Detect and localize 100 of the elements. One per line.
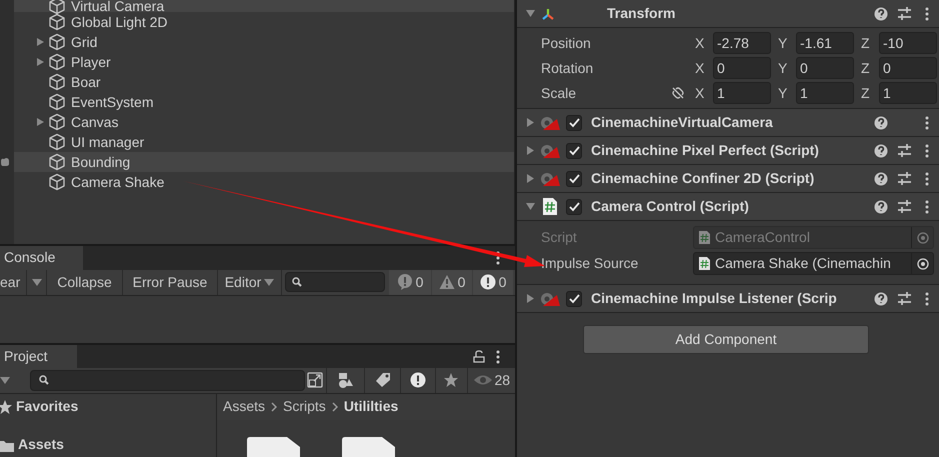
hand-icon	[0, 157, 10, 167]
caret-icon	[526, 118, 534, 127]
console-button[interactable]: Error Pause	[123, 269, 218, 296]
number-field[interactable]: 1	[796, 82, 854, 104]
menu-icon	[925, 116, 929, 130]
error-count-toggle[interactable]: 0	[472, 269, 513, 296]
hierarchy-item[interactable]: Global Light 2D	[14, 12, 514, 32]
search-field[interactable]	[30, 370, 305, 391]
info-icon	[396, 274, 413, 290]
hierarchy-item[interactable]: Canvas	[14, 112, 514, 132]
expand-arrow-icon	[36, 117, 45, 127]
hierarchy-item[interactable]: Grid	[14, 32, 514, 52]
lock-icon	[473, 350, 485, 363]
info-count-toggle[interactable]: 0	[388, 269, 431, 296]
number-field[interactable]: -1.61	[796, 32, 854, 54]
caret-icon	[526, 294, 534, 303]
help-icon	[874, 172, 888, 186]
hierarchy-item[interactable]: Player	[14, 52, 514, 72]
help-icon	[874, 6, 888, 20]
error-icon	[480, 274, 496, 290]
breadcrumb-link[interactable]: Scripts	[283, 396, 326, 418]
hierarchy-item[interactable]: Camera Shake	[14, 172, 514, 192]
cube-icon	[48, 73, 66, 91]
cube-icon	[48, 173, 66, 191]
help-icon	[874, 200, 888, 214]
check-icon	[568, 202, 580, 212]
chevron-icon	[332, 402, 338, 412]
breadcrumb-link[interactable]: Assets	[223, 396, 266, 418]
hierarchy-item[interactable]: UI manager	[14, 132, 514, 152]
menu-icon	[925, 200, 929, 214]
component-title: Cinemachine Impulse Listener (Scrip	[591, 289, 837, 308]
cube-icon	[48, 153, 66, 171]
axis-label: Y	[778, 84, 788, 102]
cube-icon	[48, 133, 66, 151]
hierarchy-item[interactable]: Virtual Camera	[14, 0, 514, 12]
search-icon	[38, 375, 49, 386]
console-button[interactable]: ear	[0, 269, 27, 296]
object-field[interactable]: Camera Shake (Cinemachin	[693, 252, 934, 275]
file-icon	[342, 436, 395, 457]
number-field[interactable]: 0	[796, 57, 854, 79]
caret-icon	[0, 376, 10, 385]
cube-icon	[48, 13, 66, 31]
warning-icon	[438, 274, 455, 290]
breadcrumb-link[interactable]: Utililties	[344, 396, 398, 418]
hierarchy-item[interactable]: Bounding	[14, 152, 514, 172]
help-icon	[874, 144, 888, 158]
field-value: Camera Shake (Cinemachin	[715, 254, 892, 273]
field-label: Script	[541, 228, 578, 247]
field-label: Scale	[541, 84, 578, 102]
axis-label: Z	[861, 34, 871, 52]
axis-label: X	[695, 34, 706, 52]
search-field[interactable]	[285, 272, 385, 292]
number-field[interactable]: 1	[879, 82, 937, 104]
field-label: Impulse Source	[541, 254, 640, 273]
target-icon	[916, 232, 928, 244]
editor-dropdown[interactable]: Editor	[218, 269, 282, 296]
hierarchy-item[interactable]: Boar	[14, 72, 514, 92]
target-icon	[916, 258, 928, 270]
checkbox[interactable]	[566, 170, 582, 186]
console-button[interactable]: Collapse	[47, 269, 123, 296]
axis-label: Y	[778, 58, 788, 78]
script-icon	[699, 257, 710, 270]
field-value: CameraControl	[715, 228, 811, 247]
menu-icon	[925, 6, 929, 20]
cube-icon	[48, 0, 66, 15]
error-icon	[410, 372, 426, 388]
menu-icon	[925, 172, 929, 186]
number-field[interactable]: 1	[713, 82, 771, 104]
project-tab[interactable]: Project	[0, 344, 77, 368]
check-icon	[568, 118, 580, 128]
checkbox[interactable]	[566, 114, 582, 130]
checkbox[interactable]	[566, 290, 582, 306]
number-field[interactable]: -10	[879, 32, 937, 54]
star-icon	[0, 399, 13, 414]
favorites-item[interactable]: Favorites	[0, 398, 216, 416]
cube-icon	[48, 53, 66, 71]
menu-icon	[496, 250, 500, 265]
number-field[interactable]: -2.78	[713, 32, 771, 54]
axis-label: X	[695, 58, 706, 78]
help-icon	[874, 116, 888, 130]
number-field[interactable]: 0	[879, 57, 937, 79]
field-label: Position	[541, 34, 592, 52]
assets-folder-item[interactable]: Assets	[0, 436, 216, 454]
cube-icon	[48, 33, 66, 51]
checkbox[interactable]	[566, 142, 582, 158]
menu-icon	[925, 292, 929, 306]
console-tab[interactable]: Console	[0, 246, 83, 270]
caret-icon	[32, 278, 42, 287]
number-field[interactable]: 0	[713, 57, 771, 79]
warning-count-toggle[interactable]: 0	[431, 269, 472, 296]
checkbox[interactable]	[566, 198, 582, 214]
caret-icon	[264, 278, 274, 287]
field-label: Rotation	[541, 58, 594, 78]
component-title: Camera Control (Script)	[591, 197, 749, 216]
caret-icon	[526, 146, 534, 155]
cube-icon	[48, 93, 66, 111]
presets-icon	[897, 6, 912, 21]
hierarchy-item[interactable]: EventSystem	[14, 92, 514, 112]
add-component-button[interactable]: Add Component	[583, 325, 869, 354]
caret-icon	[526, 202, 534, 211]
